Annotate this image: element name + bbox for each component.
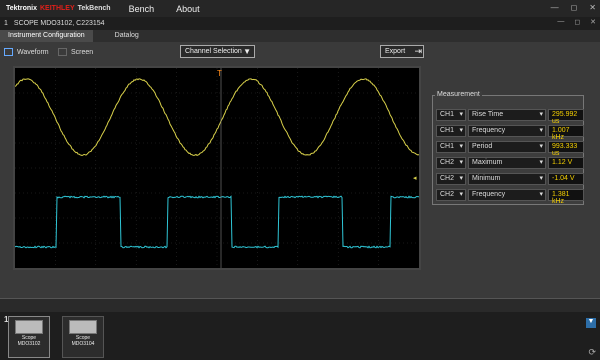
chevron-down-icon: ▾	[459, 142, 463, 150]
chevron-down-icon: ▾	[539, 190, 543, 198]
scope-window-bar: 1 SCOPE MDO3102, C223154 — ◻ ✕	[0, 17, 600, 30]
tab-instrument-configuration[interactable]: Instrument Configuration	[0, 30, 93, 42]
chevron-down-icon: ▾	[459, 174, 463, 182]
measurement-row: CH2 ▾ Minimum ▾ -1.04 V	[436, 173, 584, 185]
chevron-down-icon: ▾	[459, 126, 463, 134]
measurement-type-select[interactable]: Minimum ▾	[468, 173, 546, 185]
tab-datalog[interactable]: Datalog	[107, 30, 147, 42]
measurement-row: CH1 ▾ Period ▾ 993.333 us	[436, 141, 584, 153]
measurement-channel-select[interactable]: CH1 ▾	[436, 109, 466, 121]
chevron-down-icon: ▾	[459, 110, 463, 118]
tray-collapse-icon[interactable]: ▼	[586, 318, 596, 328]
minimize-icon[interactable]: —	[551, 3, 559, 12]
trigger-level-icon[interactable]: ◂	[413, 175, 417, 182]
brand-tekbench: TekBench	[78, 5, 111, 12]
ch1-trace	[15, 79, 419, 156]
chevron-down-icon: ▾	[539, 142, 543, 150]
scope-minimize-icon[interactable]: —	[557, 18, 564, 26]
chevron-down-icon: ▾	[459, 158, 463, 166]
app-logo: Tektronix KEITHLEY TekBench	[6, 5, 111, 12]
export-button[interactable]: Export ⇥	[380, 45, 424, 58]
waveform-icon	[4, 48, 13, 56]
tab-bar: Instrument Configuration Datalog	[0, 30, 600, 42]
chevron-down-icon: ▾	[539, 126, 543, 134]
menu-about[interactable]: About	[176, 4, 200, 14]
measurement-row: CH2 ▾ Maximum ▾ 1.12 V	[436, 157, 584, 169]
toolbar: Waveform Screen	[0, 42, 600, 64]
measurement-value: 295.992 us	[548, 109, 584, 121]
instrument-tray: 1 Scope MDO3102 Scope MDO3104 ▼ ⟳	[0, 312, 600, 360]
measurement-channel-select[interactable]: CH2 ▾	[436, 189, 466, 201]
measurement-panel: Measurement CH1 ▾ Rise Time ▾ 295.992 us C…	[432, 95, 584, 205]
measurement-type-select[interactable]: Rise Time ▾	[468, 109, 546, 121]
measurement-channel-select[interactable]: CH2 ▾	[436, 173, 466, 185]
title-bar: Tektronix KEITHLEY TekBench Bench About …	[0, 0, 600, 17]
measurement-value: 1.007 kHz	[548, 125, 584, 137]
channel-selection-label: Channel Selection	[185, 48, 242, 55]
channel-selection-dropdown[interactable]: Channel Selection ▼	[180, 45, 255, 58]
scope-card-mdo3102[interactable]: Scope MDO3102	[8, 316, 50, 358]
chevron-down-icon: ▾	[539, 110, 543, 118]
measurement-value: 1.12 V	[548, 157, 584, 169]
scope-card-mdo3104[interactable]: Scope MDO3104	[62, 316, 104, 358]
status-bar	[0, 298, 600, 312]
chevron-down-icon: ▾	[539, 174, 543, 182]
measurement-row: CH1 ▾ Rise Time ▾ 295.992 us	[436, 109, 584, 121]
scope-maximize-icon[interactable]: ◻	[574, 18, 580, 26]
waveform-label: Waveform	[17, 49, 49, 56]
measurement-title: Measurement	[435, 91, 482, 98]
measurement-channel-select[interactable]: CH1 ▾	[436, 125, 466, 137]
refresh-icon[interactable]: ⟳	[588, 347, 596, 358]
trigger-position-icon[interactable]: T	[217, 69, 222, 78]
measurement-type-select[interactable]: Maximum ▾	[468, 157, 546, 169]
waveform-option[interactable]: Waveform	[4, 48, 49, 56]
oscilloscope-icon	[15, 320, 43, 334]
waveform-plot: T ◂	[15, 68, 419, 268]
measurement-type-select[interactable]: Frequency ▾	[468, 125, 546, 137]
brand-keithley: KEITHLEY	[40, 5, 75, 12]
export-label: Export	[385, 48, 405, 55]
maximize-icon[interactable]: ◻	[571, 3, 578, 12]
chevron-down-icon: ▾	[459, 190, 463, 198]
measurement-row: CH1 ▾ Frequency ▾ 1.007 kHz	[436, 125, 584, 137]
oscilloscope-icon	[69, 320, 97, 334]
menu-bench[interactable]: Bench	[129, 4, 155, 14]
scope-card-model: MDO3104	[63, 341, 103, 347]
waveform-display[interactable]: T ◂	[13, 66, 421, 270]
measurement-value: 993.333 us	[548, 141, 584, 153]
graticule-grid	[15, 68, 419, 268]
export-icon: ⇥	[414, 46, 422, 57]
measurement-type-select[interactable]: Frequency ▾	[468, 189, 546, 201]
scope-card-model: MDO3102	[9, 341, 49, 347]
chevron-down-icon: ▾	[539, 158, 543, 166]
measurement-type-select[interactable]: Period ▾	[468, 141, 546, 153]
measurement-value: -1.04 V	[548, 173, 584, 185]
scope-close-icon[interactable]: ✕	[590, 18, 596, 26]
measurement-value: 1.381 kHz	[548, 189, 584, 201]
dropdown-arrow-icon: ▼	[243, 47, 251, 56]
close-icon[interactable]: ✕	[589, 3, 596, 12]
screen-icon	[58, 48, 67, 56]
brand-tektronix: Tektronix	[6, 5, 37, 12]
measurement-channel-select[interactable]: CH2 ▾	[436, 157, 466, 169]
measurement-channel-select[interactable]: CH1 ▾	[436, 141, 466, 153]
scope-window-number: 1	[4, 20, 8, 27]
measurement-row: CH2 ▾ Frequency ▾ 1.381 kHz	[436, 189, 584, 201]
screen-label: Screen	[71, 49, 93, 56]
screen-option[interactable]: Screen	[58, 48, 93, 56]
scope-window-title: SCOPE MDO3102, C223154	[14, 20, 105, 27]
